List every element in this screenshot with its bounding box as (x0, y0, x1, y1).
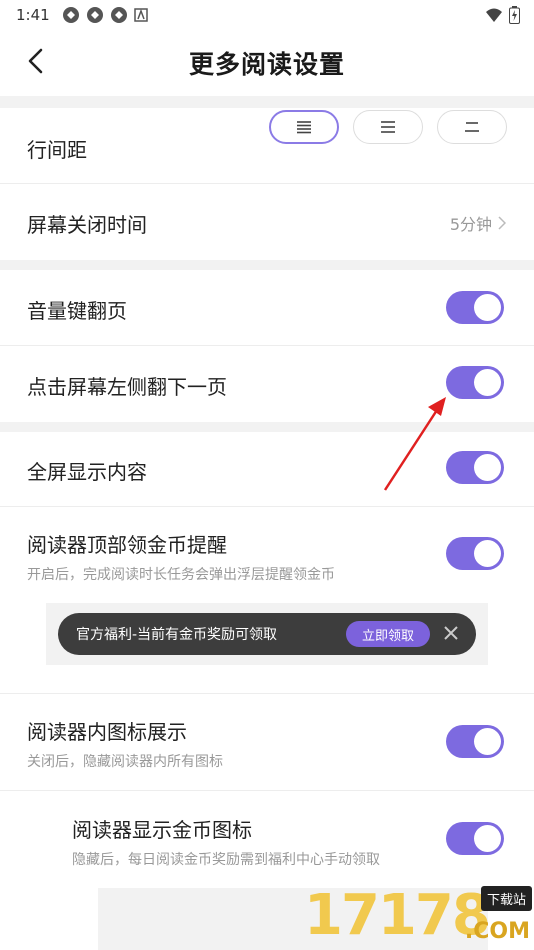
icon-display-description: 关闭后，隐藏阅读器内所有图标 (27, 754, 223, 770)
status-icons-right (485, 6, 520, 24)
wifi-icon (486, 8, 502, 22)
screen-off-row[interactable]: 屏幕关闭时间 5分钟 (0, 184, 534, 260)
coin-remind-row: 阅读器顶部领金币提醒 开启后，完成阅读时长任务会弹出浮层提醒领金币 (0, 507, 534, 694)
tap-left-row: 点击屏幕左侧翻下一页 (0, 346, 534, 422)
volume-key-row: 音量键翻页 (0, 270, 534, 346)
coin-remind-label: 阅读器顶部领金币提醒 (27, 533, 227, 557)
toggle-knob (474, 454, 501, 481)
app-icon (133, 8, 148, 22)
toggle-knob (474, 540, 501, 567)
toast-text: 官方福利-当前有金币奖励可领取 (76, 627, 278, 643)
coin-icon-description: 隐藏后，每日阅读金币奖励需到福利中心手动领取 (72, 852, 380, 868)
fullscreen-toggle[interactable] (446, 451, 504, 484)
nav-bar: 更多阅读设置 (0, 30, 534, 96)
line-spacing-label: 行间距 (27, 138, 87, 162)
coin-remind-toggle[interactable] (446, 537, 504, 570)
spacing-small-icon (465, 122, 479, 132)
fullscreen-row: 全屏显示内容 (0, 432, 534, 507)
section-divider (0, 422, 534, 432)
watermark-digits: 17178 (304, 883, 491, 948)
coin-remind-description: 开启后，完成阅读时长任务会弹出浮层提醒领金币 (27, 567, 335, 583)
notification-icon (86, 7, 103, 23)
notification-icon (110, 7, 127, 23)
toast-preview: 官方福利-当前有金币奖励可领取 立即领取 (58, 613, 476, 655)
site-watermark: 17178 下载站 .COM (304, 883, 534, 950)
fullscreen-label: 全屏显示内容 (27, 460, 147, 484)
icon-display-row: 阅读器内图标展示 关闭后，隐藏阅读器内所有图标 (0, 694, 534, 791)
icon-display-label: 阅读器内图标展示 (27, 720, 187, 744)
spacing-large-icon (297, 121, 311, 134)
spacing-option-large[interactable] (269, 110, 339, 144)
line-spacing-options (269, 110, 507, 144)
section-divider (0, 260, 534, 270)
status-bar: 1:41 (0, 0, 534, 30)
chevron-left-icon[interactable] (22, 46, 52, 76)
toggle-knob (474, 728, 501, 755)
tap-left-toggle[interactable] (446, 366, 504, 399)
toast-claim-button[interactable]: 立即领取 (346, 621, 430, 647)
status-icons-left (62, 6, 148, 24)
volume-key-label: 音量键翻页 (27, 299, 127, 323)
screen-off-value-text: 5分钟 (449, 215, 492, 234)
spacing-medium-icon (381, 121, 395, 133)
spacing-option-small[interactable] (437, 110, 507, 144)
status-time: 1:41 (16, 6, 50, 24)
notification-icon (62, 7, 79, 23)
screen-off-value: 5分钟 (450, 211, 506, 235)
screen-off-label: 屏幕关闭时间 (27, 213, 147, 237)
coin-icon-label: 阅读器显示金币图标 (72, 818, 252, 842)
icon-display-toggle[interactable] (446, 725, 504, 758)
toggle-knob (474, 294, 501, 321)
watermark-domain: .COM (464, 919, 530, 944)
tap-left-label: 点击屏幕左侧翻下一页 (27, 375, 227, 399)
spacing-option-medium[interactable] (353, 110, 423, 144)
watermark-tag: 下载站 (480, 886, 532, 911)
chevron-right-icon (498, 216, 506, 230)
toggle-knob (474, 369, 501, 396)
coin-icon-toggle[interactable] (446, 822, 504, 855)
battery-icon (509, 6, 520, 24)
volume-key-toggle[interactable] (446, 291, 504, 324)
section-divider (0, 96, 534, 108)
toggle-knob (474, 825, 501, 852)
close-icon[interactable] (442, 624, 460, 642)
page-title: 更多阅读设置 (188, 50, 345, 79)
